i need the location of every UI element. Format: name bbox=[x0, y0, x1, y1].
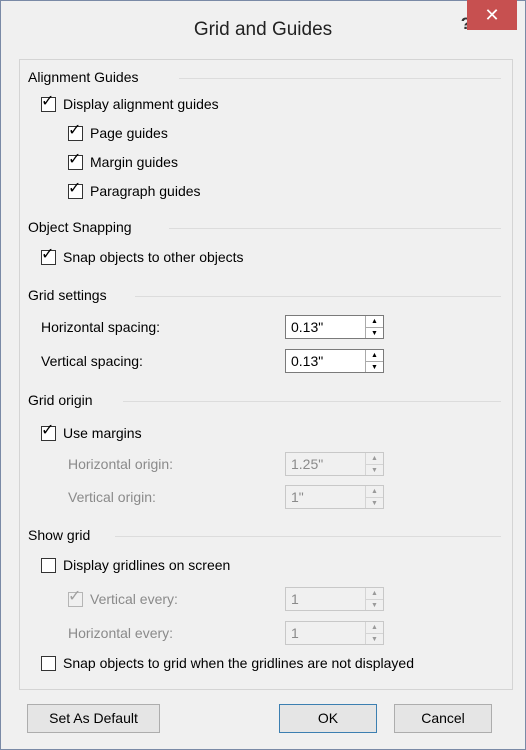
vertical-origin-spinner: 1" ▲ ▼ bbox=[285, 485, 384, 509]
checkmark-icon: ✓ bbox=[68, 121, 82, 139]
page-guides-label: Page guides bbox=[90, 125, 168, 141]
spin-up-icon[interactable]: ▲ bbox=[366, 316, 383, 328]
vertical-spacing-spinner[interactable]: 0.13" ▲ ▼ bbox=[285, 349, 384, 373]
separator bbox=[115, 536, 501, 537]
separator bbox=[169, 228, 501, 229]
display-gridlines-checkbox[interactable]: Display gridlines on screen bbox=[41, 557, 230, 573]
horizontal-every-spinner: 1 ▲ ▼ bbox=[285, 621, 384, 645]
use-margins-checkbox[interactable]: ✓ Use margins bbox=[41, 422, 142, 441]
page-guides-checkbox[interactable]: ✓ Page guides bbox=[68, 122, 168, 141]
checkbox-box[interactable] bbox=[41, 655, 56, 671]
vertical-origin-label: Vertical origin: bbox=[68, 489, 156, 505]
section-header-object-snapping: Object Snapping bbox=[28, 219, 132, 235]
horizontal-spacing-value[interactable]: 0.13" bbox=[286, 316, 365, 338]
checkbox-box[interactable]: ✓ bbox=[68, 122, 83, 141]
vertical-every-spinner: 1 ▲ ▼ bbox=[285, 587, 384, 611]
checkmark-icon: ✓ bbox=[68, 150, 82, 168]
spin-down-icon: ▼ bbox=[371, 467, 378, 474]
close-icon: ✕ bbox=[484, 5, 500, 25]
ok-button[interactable]: OK bbox=[279, 704, 377, 733]
paragraph-guides-checkbox[interactable]: ✓ Paragraph guides bbox=[68, 180, 201, 199]
horizontal-origin-label: Horizontal origin: bbox=[68, 456, 174, 472]
vertical-spacing-value[interactable]: 0.13" bbox=[286, 350, 365, 372]
margin-guides-label: Margin guides bbox=[90, 154, 178, 170]
close-button[interactable]: ✕ bbox=[467, 0, 517, 30]
separator bbox=[135, 296, 501, 297]
spin-up-icon: ▲ bbox=[366, 588, 383, 600]
checkmark-icon: ✓ bbox=[68, 587, 82, 605]
checkmark-icon: ✓ bbox=[41, 92, 55, 110]
checkbox-box[interactable]: ✓ bbox=[41, 422, 56, 441]
vertical-spacing-label: Vertical spacing: bbox=[41, 353, 143, 369]
snap-objects-checkbox[interactable]: ✓ Snap objects to other objects bbox=[41, 246, 244, 265]
grid-and-guides-dialog: Grid and Guides ? ✕ Alignment Guides ✓ D… bbox=[0, 0, 526, 750]
spin-down-icon: ▼ bbox=[371, 636, 378, 643]
checkbox-box[interactable] bbox=[41, 557, 56, 573]
checkbox-box[interactable]: ✓ bbox=[41, 93, 56, 112]
checkmark-icon: ✓ bbox=[68, 179, 82, 197]
checkmark-icon: ✓ bbox=[41, 245, 55, 263]
horizontal-origin-spinner: 1.25" ▲ ▼ bbox=[285, 452, 384, 476]
set-as-default-button[interactable]: Set As Default bbox=[27, 704, 160, 733]
snap-to-grid-checkbox[interactable]: Snap objects to grid when the gridlines … bbox=[41, 655, 414, 671]
margin-guides-checkbox[interactable]: ✓ Margin guides bbox=[68, 151, 178, 170]
spin-up-icon[interactable]: ▲ bbox=[366, 350, 383, 362]
horizontal-spacing-spinner[interactable]: 0.13" ▲ ▼ bbox=[285, 315, 384, 339]
checkbox-box[interactable]: ✓ bbox=[68, 180, 83, 199]
section-header-grid-origin: Grid origin bbox=[28, 392, 93, 408]
separator bbox=[123, 401, 501, 402]
paragraph-guides-label: Paragraph guides bbox=[90, 183, 201, 199]
spin-down-icon: ▼ bbox=[371, 602, 378, 609]
checkbox-box: ✓ bbox=[68, 588, 83, 607]
spin-up-icon: ▲ bbox=[366, 622, 383, 634]
use-margins-label: Use margins bbox=[63, 425, 142, 441]
separator bbox=[179, 78, 501, 79]
horizontal-every-value: 1 bbox=[291, 625, 299, 641]
cancel-button[interactable]: Cancel bbox=[394, 704, 492, 733]
section-header-show-grid: Show grid bbox=[28, 527, 91, 543]
spin-down-icon[interactable]: ▼ bbox=[366, 362, 383, 373]
vertical-origin-value: 1" bbox=[291, 489, 304, 505]
checkbox-box[interactable]: ✓ bbox=[41, 246, 56, 265]
section-header-grid-settings: Grid settings bbox=[28, 287, 107, 303]
spin-up-icon: ▲ bbox=[366, 486, 383, 498]
horizontal-every-label: Horizontal every: bbox=[68, 625, 174, 641]
spin-down-icon[interactable]: ▼ bbox=[366, 328, 383, 339]
display-gridlines-label: Display gridlines on screen bbox=[63, 557, 231, 573]
title-bar: Grid and Guides ? ✕ bbox=[1, 0, 525, 59]
display-alignment-guides-checkbox[interactable]: ✓ Display alignment guides bbox=[41, 93, 219, 112]
vertical-every-label: Vertical every: bbox=[90, 591, 178, 607]
vertical-every-checkbox: ✓ Vertical every: bbox=[68, 588, 178, 607]
snap-to-grid-label: Snap objects to grid when the gridlines … bbox=[63, 655, 414, 671]
spin-up-icon: ▲ bbox=[366, 453, 383, 465]
spin-down-icon: ▼ bbox=[371, 500, 378, 507]
checkbox-box[interactable]: ✓ bbox=[68, 151, 83, 170]
horizontal-spacing-label: Horizontal spacing: bbox=[41, 319, 161, 335]
vertical-every-value: 1 bbox=[291, 591, 299, 607]
horizontal-origin-value: 1.25" bbox=[291, 456, 324, 472]
snap-objects-label: Snap objects to other objects bbox=[63, 249, 244, 265]
display-alignment-guides-label: Display alignment guides bbox=[63, 96, 219, 112]
section-header-alignment-guides: Alignment Guides bbox=[28, 69, 139, 85]
checkmark-icon: ✓ bbox=[41, 421, 55, 439]
dialog-title: Grid and Guides bbox=[193, 19, 333, 40]
